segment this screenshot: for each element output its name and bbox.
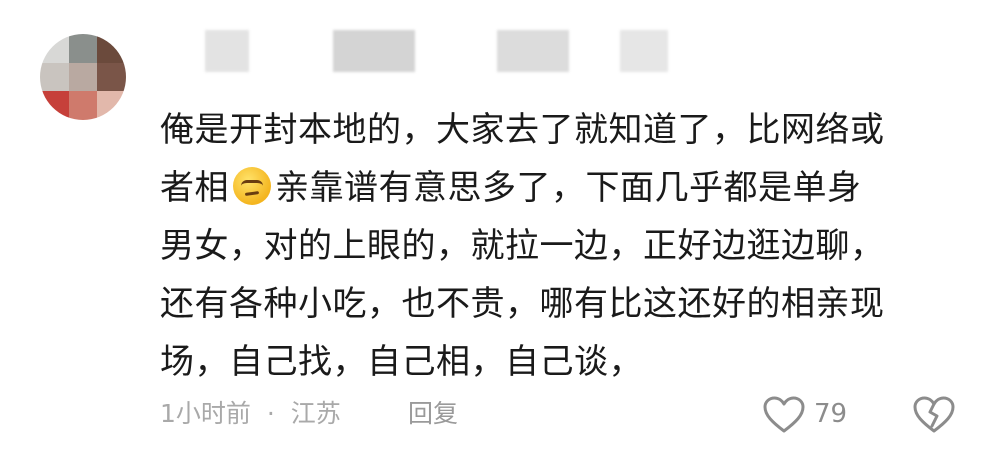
reply-button[interactable]: 回复 <box>408 392 458 436</box>
meta-separator: · <box>266 399 275 428</box>
comment-line: 男女，对的上眼的，就拉一边，正好边逛边聊， <box>160 226 885 266</box>
blurred-block <box>333 30 415 72</box>
avatar-pixel <box>97 91 126 120</box>
comment-item: 俺是开封本地的，大家去了就知道了，比网络或 者相 亲靠谱有意思多了，下面几乎都是单… <box>0 0 1000 461</box>
comment-location: 江苏 <box>290 399 341 428</box>
avatar-pixel <box>68 34 98 63</box>
broken-heart-icon[interactable] <box>912 396 956 434</box>
blurred-block <box>497 30 569 72</box>
heart-outline-icon[interactable] <box>762 396 806 434</box>
comment-time: 1小时前 <box>160 399 251 428</box>
comment-line: 还有各种小吃，也不贵，哪有比这还好的相亲现 <box>160 284 885 324</box>
comment-line-part: 亲靠谱有意思多了，下面几乎都是单身 <box>275 168 862 208</box>
avatar-pixel <box>68 62 98 92</box>
avatar-pixel <box>68 91 98 120</box>
avatar[interactable] <box>40 34 126 120</box>
comment-text: 俺是开封本地的，大家去了就知道了，比网络或 者相 亲靠谱有意思多了，下面几乎都是单… <box>160 101 960 391</box>
comment-line: 场，自己找，自己相，自己谈， <box>160 342 643 382</box>
like-count: 79 <box>814 399 848 429</box>
comment-meta: 1小时前 · 江苏 <box>160 392 341 436</box>
comment-line: 者相 亲靠谱有意思多了，下面几乎都是单身 <box>160 159 960 217</box>
avatar-pixel <box>97 34 126 63</box>
comment-line-part: 者相 <box>160 168 229 208</box>
avatar-pixel <box>40 91 69 120</box>
smirk-emoji-icon <box>233 167 271 205</box>
avatar-pixel <box>40 34 69 63</box>
username-blurred[interactable] <box>205 30 675 74</box>
blurred-block <box>620 30 668 72</box>
comment-footer: 1小时前 · 江苏 回复 79 <box>160 392 955 436</box>
avatar-pixel <box>97 62 126 92</box>
avatar-pixel <box>40 62 69 92</box>
comment-line: 俺是开封本地的，大家去了就知道了，比网络或 <box>160 110 885 150</box>
blurred-block <box>205 30 249 72</box>
